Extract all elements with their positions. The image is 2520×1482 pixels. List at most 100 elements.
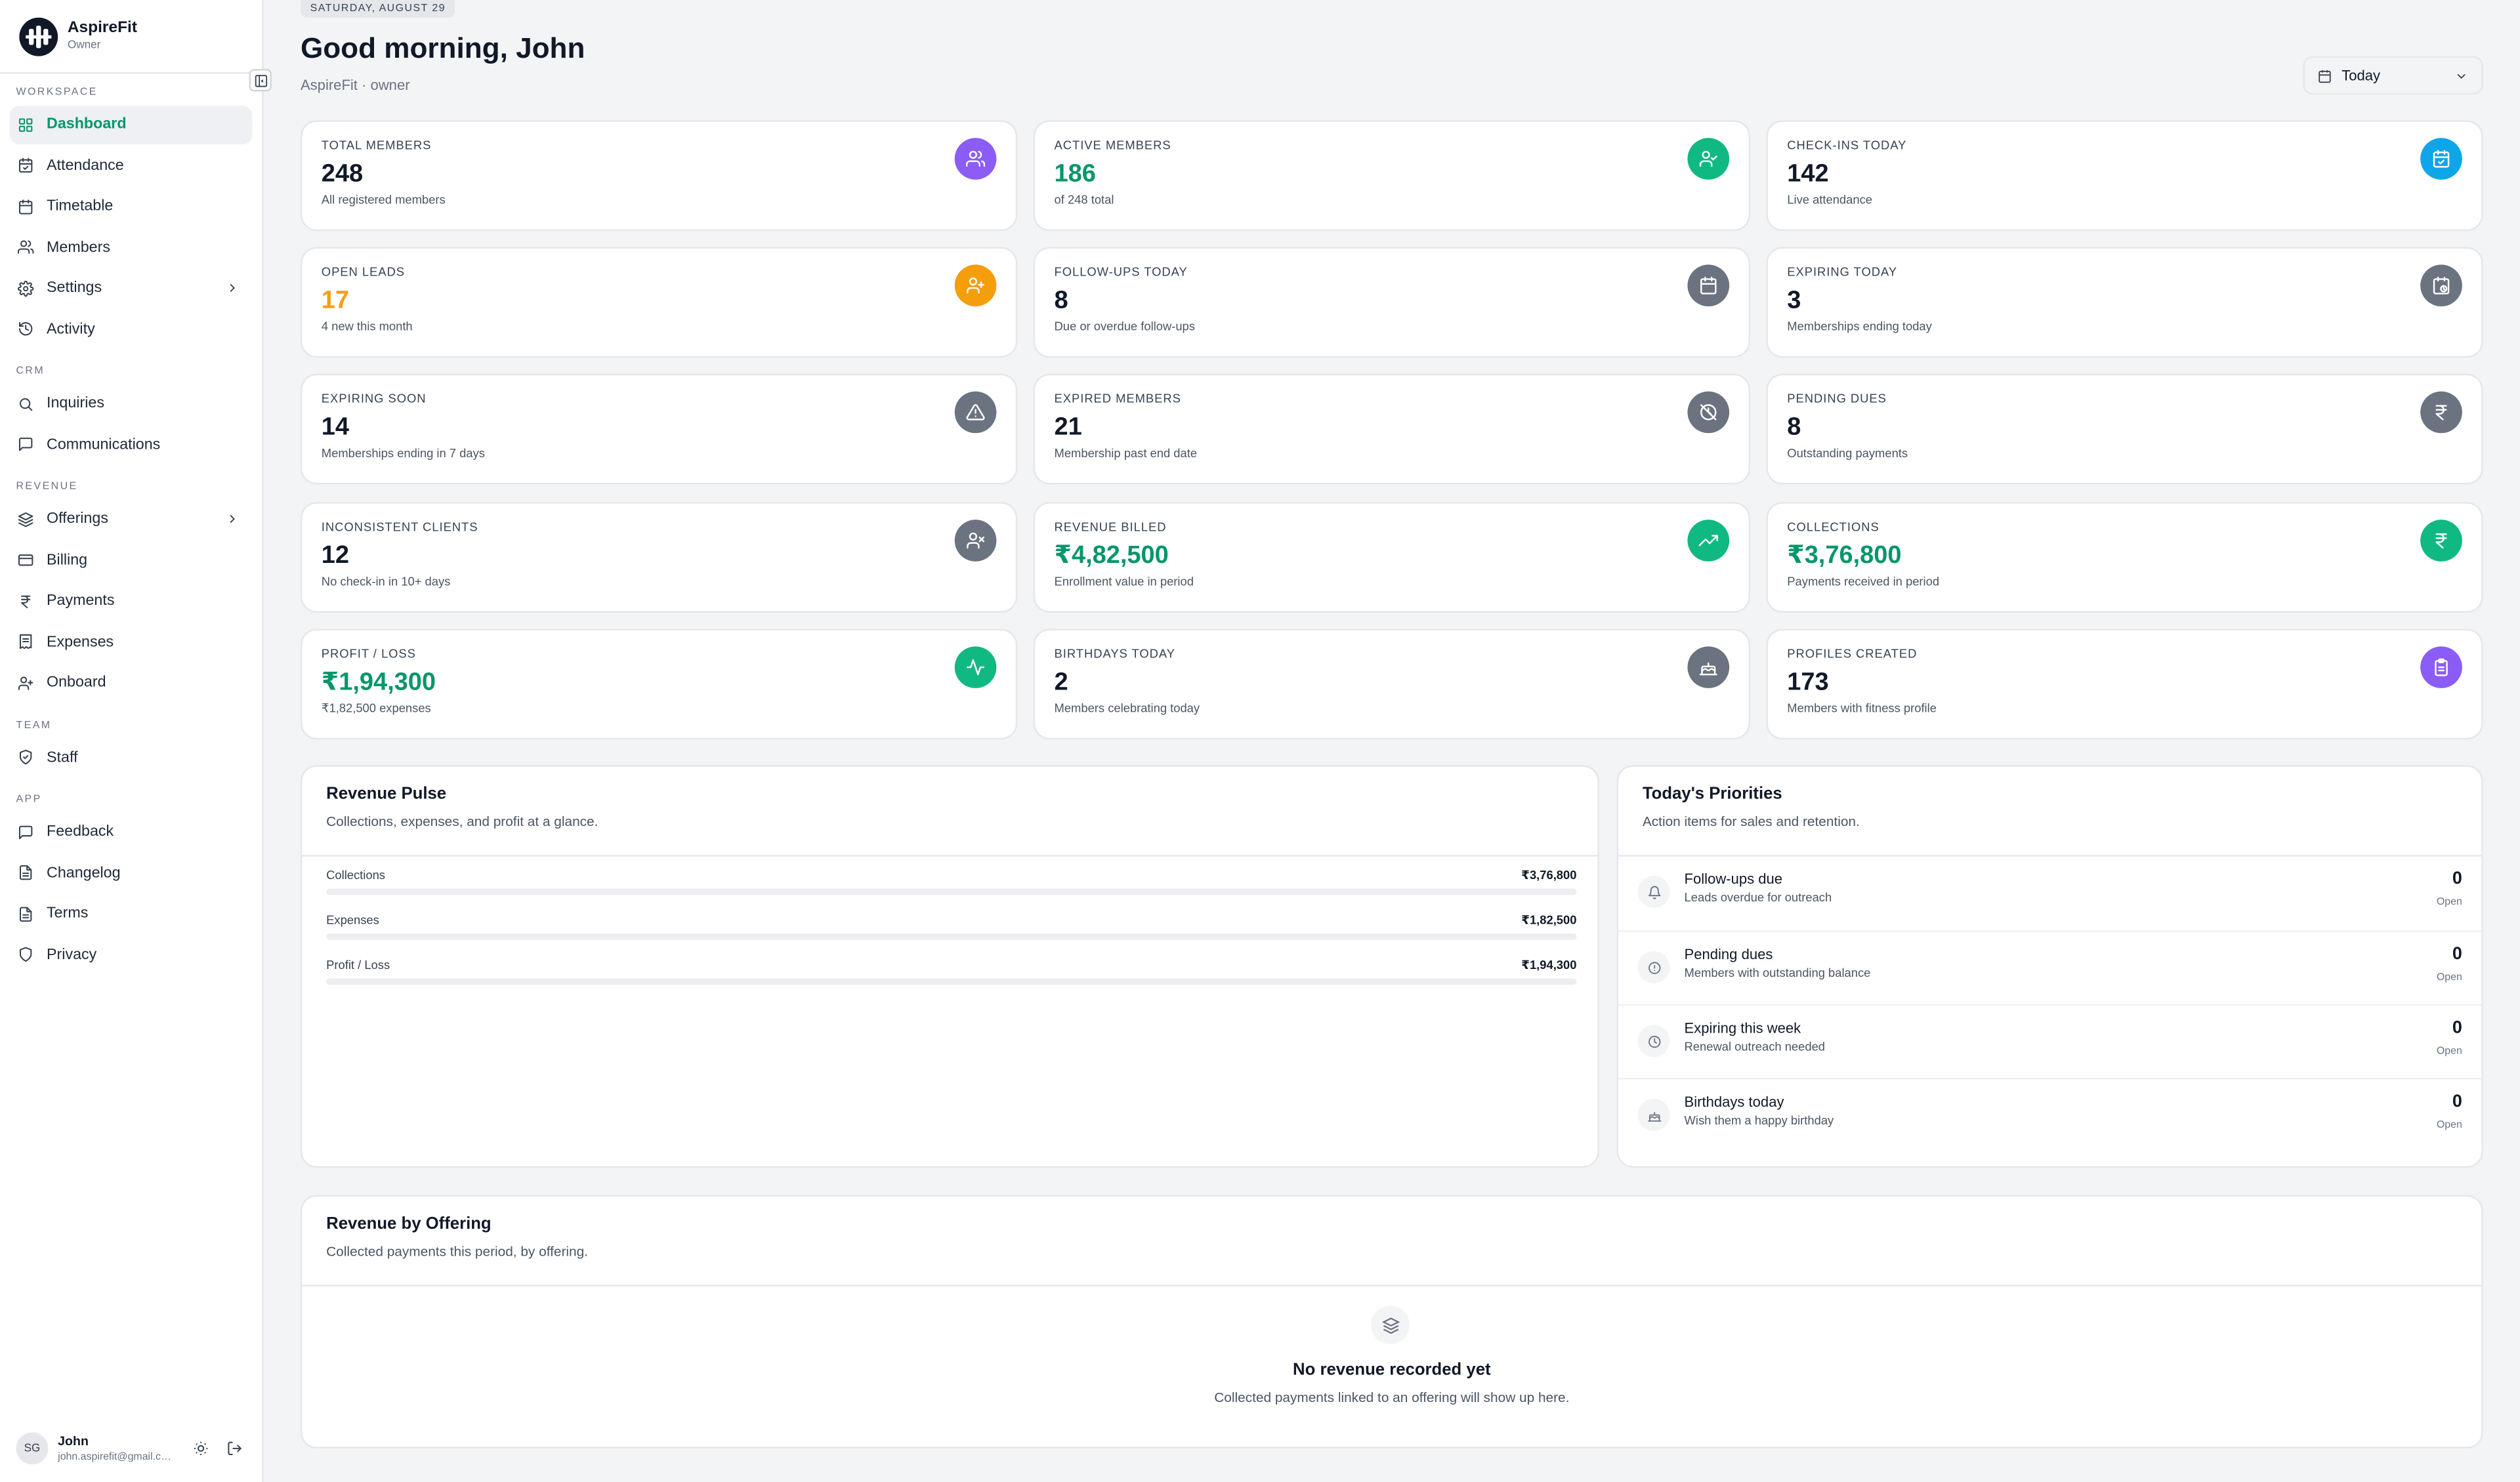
stat-description: Membership past end date [1054,445,1198,461]
priority-description: Wish them a happy birthday [1684,1113,1834,1128]
pulse-amount: ₹1,82,500 [1521,913,1577,928]
stat-description: of 248 total [1054,192,1114,207]
layers-icon [1370,1306,1410,1344]
period-select[interactable]: Today [2303,56,2483,95]
user-check-icon [1687,138,1730,180]
priority-status: Open [2436,896,2462,908]
pulse-row-expenses: Expenses ₹1,82,500 [326,913,1577,945]
stat-card-expired-members[interactable]: EXPIRED MEMBERS 21 Membership past end dat… [1033,373,1750,485]
priorities-title: Today's Priorities [1642,784,1782,804]
empty-state-title: No revenue recorded yet [1293,1360,1491,1380]
stat-description: 4 new this month [321,319,413,334]
priority-status: Open [2436,1119,2462,1131]
pulse-bar [326,888,1577,895]
priority-expiring-this-week[interactable]: Expiring this week Renewal outreach neede… [1618,1004,2482,1078]
stat-card-check-ins-today[interactable]: CHECK-INS TODAY 142 Live attendance [1766,120,2483,232]
stat-card-expiring-soon[interactable]: EXPIRING SOON 14 Memberships ending in 7 d… [300,373,1018,485]
stat-card-active-members[interactable]: ACTIVE MEMBERS 186 of 248 total [1033,120,1750,232]
users-icon [954,138,997,180]
stat-card-open-leads[interactable]: OPEN LEADS 17 4 new this month [300,247,1018,358]
stat-card-collections[interactable]: COLLECTIONS ₹3,76,800 Payments received in… [1766,502,2483,613]
stat-value: 12 [321,542,350,569]
revenue-pulse-panel: Revenue Pulse Collections, expenses, and… [300,765,1599,1168]
pulse-label: Profit / Loss [326,957,390,972]
stat-description: Members celebrating today [1054,701,1200,716]
calendar-icon [1687,264,1730,306]
page-title: Good morning, John [300,31,585,64]
stat-label: COLLECTIONS [1787,520,1880,535]
stat-card-profiles-created[interactable]: PROFILES CREATED 173 Members with fitness … [1766,628,2483,740]
priority-birthdays-today[interactable]: Birthdays today Wish them a happy birthda… [1618,1078,2482,1151]
clock-off-icon [1687,391,1730,434]
pulse-label: Expenses [326,913,379,928]
stat-card-inconsistent-clients[interactable]: INCONSISTENT CLIENTS 12 No check-in in 10+… [300,502,1018,613]
priority-count: 0 [2452,869,2462,889]
stat-label: ACTIVE MEMBERS [1054,138,1171,153]
calendar-clock-icon [2420,264,2462,306]
stat-value: 8 [1787,413,1801,442]
stat-label: TOTAL MEMBERS [321,138,432,153]
stat-card-revenue-billed[interactable]: REVENUE BILLED ₹4,82,500 Enrollment value … [1033,502,1750,613]
stat-description: No check-in in 10+ days [321,574,451,589]
stat-value: 3 [1787,287,1801,315]
priority-status: Open [2436,1046,2462,1058]
stat-label: REVENUE BILLED [1054,520,1167,535]
priority-status: Open [2436,972,2462,983]
priority-description: Members with outstanding balance [1684,965,1871,980]
rupee-icon [2420,391,2462,434]
stat-description: Memberships ending in 7 days [321,445,485,461]
sidebar-toggle-icon [254,74,266,87]
stat-card-birthdays-today[interactable]: BIRTHDAYS TODAY 2 Members celebrating toda… [1033,628,1750,740]
clipboard-icon [2420,646,2462,688]
pulse-row-profit-loss: Profit / Loss ₹1,94,300 [326,957,1577,990]
stat-label: PROFILES CREATED [1787,646,1918,661]
priority-description: Renewal outreach needed [1684,1039,1826,1054]
stat-card-total-members[interactable]: TOTAL MEMBERS 248 All registered members [300,120,1018,232]
stat-label: PENDING DUES [1787,391,1887,406]
priorities-subtitle: Action items for sales and retention. [1642,813,1860,830]
stat-value: ₹1,94,300 [321,669,436,697]
todays-priorities-panel: Today's Priorities Action items for sale… [1616,765,2483,1168]
stat-value: ₹4,82,500 [1054,542,1169,569]
divider [302,1285,2482,1286]
stat-description: All registered members [321,192,446,207]
period-value: Today [2342,67,2381,84]
collapse-sidebar-button[interactable] [249,69,272,92]
stat-value: 8 [1054,287,1068,315]
stat-description: Members with fitness profile [1787,701,1937,716]
priority-title: Expiring this week [1684,1020,1801,1037]
bell-icon [1637,875,1670,908]
clock-icon [1637,1025,1670,1058]
stat-label: EXPIRED MEMBERS [1054,391,1181,406]
empty-state-description: Collected payments linked to an offering… [1214,1389,1570,1405]
stat-value: 142 [1787,160,1829,188]
user-x-icon [954,520,997,562]
stat-description: Memberships ending today [1787,319,1932,334]
priority-count: 0 [2452,1092,2462,1112]
activity-icon [954,646,997,688]
stat-label: FOLLOW-UPS TODAY [1054,264,1188,279]
stat-value: 248 [321,160,364,188]
stat-description: Due or overdue follow-ups [1054,319,1195,334]
priority-follow-ups-due[interactable]: Follow-ups due Leads overdue for outreach… [1618,857,2481,930]
stat-card-expiring-today[interactable]: EXPIRING TODAY 3 Memberships ending today [1766,247,2483,358]
calendar-check-icon [2420,138,2462,180]
warning-icon [954,391,997,434]
stat-card-pending-dues[interactable]: PENDING DUES 8 Outstanding payments [1766,373,2483,485]
stat-label: OPEN LEADS [321,264,405,279]
offering-title: Revenue by Offering [326,1214,492,1234]
stat-value: 2 [1054,669,1068,697]
stat-card-follow-ups-today[interactable]: FOLLOW-UPS TODAY 8 Due or overdue follow-u… [1033,247,1750,358]
stat-label: EXPIRING TODAY [1787,264,1898,279]
stat-label: CHECK-INS TODAY [1787,138,1907,153]
stat-value: 17 [321,287,350,315]
chevron-down-icon [2457,73,2466,78]
priority-count: 0 [2452,945,2462,964]
priority-title: Pending dues [1684,946,1773,962]
pulse-row-collections: Collections ₹3,76,800 [326,868,1577,900]
stat-label: EXPIRING SOON [321,391,427,406]
stat-value: 14 [321,413,350,442]
priority-pending-dues[interactable]: Pending dues Members with outstanding bal… [1618,930,2482,1004]
stat-card-profit-loss[interactable]: PROFIT / LOSS ₹1,94,300 ₹1,82,500 expenses [300,628,1018,740]
pulse-amount: ₹1,94,300 [1521,957,1577,972]
